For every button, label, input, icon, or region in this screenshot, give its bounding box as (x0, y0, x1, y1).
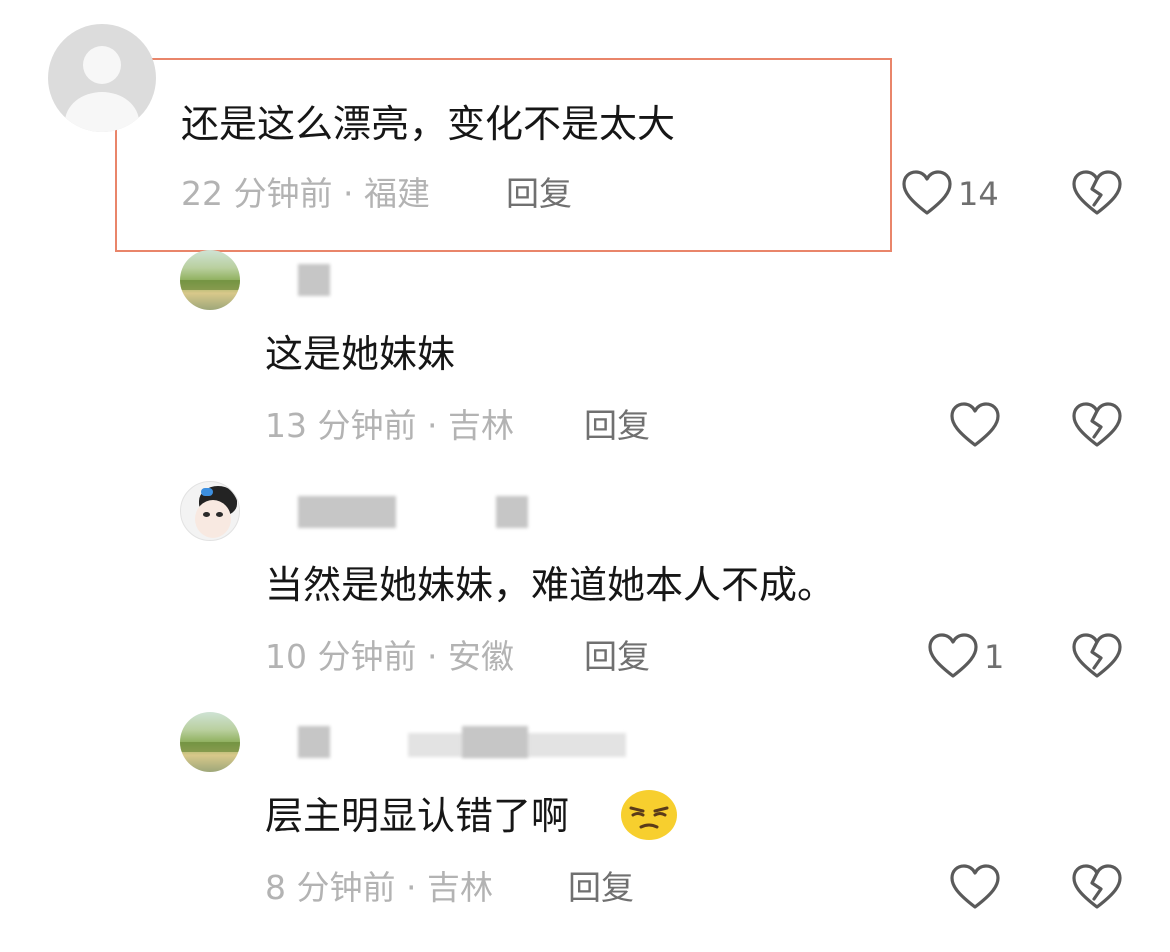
broken-heart-icon[interactable] (1072, 864, 1122, 910)
comment-2-text: 这是她妹妹 (265, 332, 456, 376)
comment-3-meta: 10 分钟前 · 安徽 (265, 637, 514, 676)
broken-heart-icon[interactable] (1072, 170, 1122, 216)
comment-3-like-count: 1 (984, 638, 1005, 676)
comment-4-meta: 8 分钟前 · 吉林 (265, 868, 493, 907)
smirk-emoji-icon (621, 790, 677, 840)
heart-outline-icon[interactable] (902, 170, 952, 216)
heart-outline-icon[interactable] (928, 633, 978, 679)
comment-4-reply-button[interactable]: 回复 (568, 868, 634, 908)
comment-3-username-blurred[interactable] (298, 496, 396, 528)
comment-2-avatar[interactable] (180, 250, 240, 310)
comment-3-avatar[interactable] (180, 481, 240, 541)
comment-3-reply-button[interactable]: 回复 (584, 637, 650, 677)
comment-4-username-blurred[interactable] (298, 726, 330, 758)
comment-2-username-blurred[interactable] (298, 264, 330, 296)
comment-1-avatar[interactable] (48, 24, 156, 132)
comment-3-reply-target-blurred[interactable] (496, 496, 528, 528)
comment-1-reply-button[interactable]: 回复 (506, 174, 572, 214)
comment-1-text: 还是这么漂亮，变化不是太大 (181, 102, 676, 146)
comment-4-reply-target-blurred[interactable] (462, 726, 528, 758)
comment-4-avatar[interactable] (180, 712, 240, 772)
comment-4-text: 层主明显认错了啊 (265, 794, 570, 838)
broken-heart-icon[interactable] (1072, 633, 1122, 679)
comment-1-meta: 22 分钟前 · 福建 (181, 174, 430, 213)
highlight-frame (115, 58, 892, 252)
heart-outline-icon[interactable] (950, 402, 1000, 448)
comment-3-text: 当然是她妹妹，难道她本人不成。 (265, 563, 836, 607)
comment-2-meta: 13 分钟前 · 吉林 (265, 406, 514, 445)
broken-heart-icon[interactable] (1072, 402, 1122, 448)
heart-outline-icon[interactable] (950, 864, 1000, 910)
comment-1-like-count: 14 (958, 175, 999, 213)
comment-2-reply-button[interactable]: 回复 (584, 406, 650, 446)
